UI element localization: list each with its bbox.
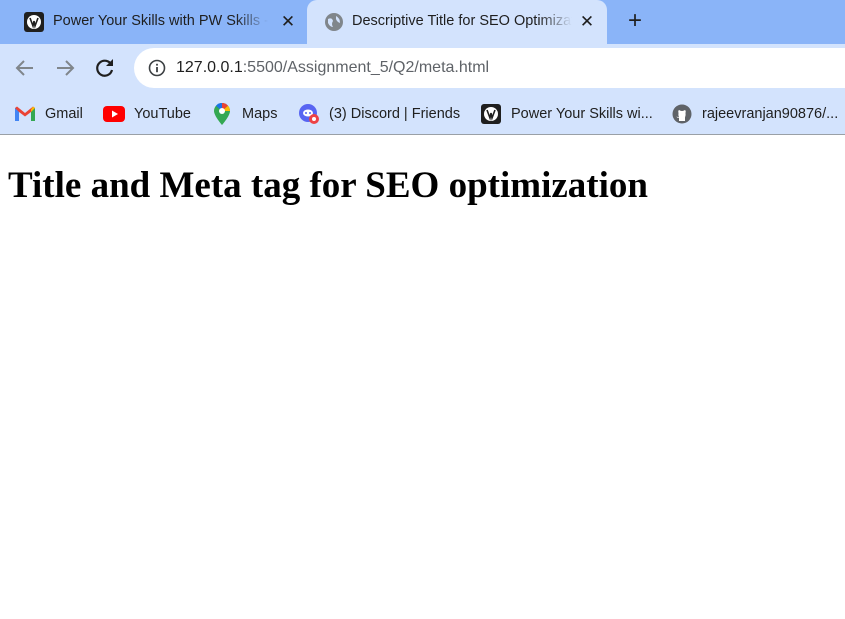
bookmark-youtube[interactable]: YouTube	[103, 92, 191, 135]
bookmark-label: (3) Discord | Friends	[329, 105, 461, 122]
maps-pin-icon	[211, 102, 233, 125]
bookmark-label: YouTube	[134, 105, 191, 122]
tab-title: Power Your Skills with PW Skills - PW Sk…	[53, 13, 268, 29]
forward-arrow-icon[interactable]	[53, 56, 77, 80]
close-tab-icon[interactable]: ✕	[278, 12, 298, 32]
new-tab-button[interactable]: +	[622, 8, 648, 34]
back-arrow-icon[interactable]	[13, 56, 37, 80]
bookmark-pw-skills[interactable]: Power Your Skills wi...	[480, 92, 653, 135]
reload-icon[interactable]	[93, 56, 117, 80]
bookmarks-bar: Gmail YouTube Maps (3) Discord | Friends…	[0, 92, 845, 135]
globe-icon	[325, 13, 343, 31]
bookmark-label: Maps	[242, 105, 278, 122]
url-text[interactable]: 127.0.0.1:5500/Assignment_5/Q2/meta.html	[176, 59, 489, 77]
site-info-icon[interactable]	[147, 58, 167, 78]
youtube-icon	[103, 103, 125, 125]
bookmark-maps[interactable]: Maps	[211, 92, 277, 135]
discord-icon	[298, 103, 320, 125]
url-path: :5500/Assignment_5/Q2/meta.html	[242, 59, 490, 76]
url-host: 127.0.0.1	[176, 59, 243, 76]
gmail-icon	[14, 103, 36, 125]
tab-title: Descriptive Title for SEO Optimization	[352, 13, 572, 29]
page-heading: Title and Meta tag for SEO optimization	[8, 165, 648, 206]
tab-pw-skills[interactable]: Power Your Skills with PW Skills - PW Sk…	[0, 0, 307, 44]
pw-skills-logo-icon	[24, 12, 44, 32]
github-icon	[671, 103, 693, 125]
toolbar: 127.0.0.1:5500/Assignment_5/Q2/meta.html	[0, 44, 845, 92]
close-tab-icon[interactable]: ✕	[577, 12, 597, 32]
bookmark-github[interactable]: rajeevranjan90876/...	[671, 92, 838, 135]
bookmark-label: Gmail	[45, 105, 83, 122]
bookmark-gmail[interactable]: Gmail	[14, 92, 83, 135]
pw-skills-logo-icon	[480, 103, 502, 125]
bookmark-discord[interactable]: (3) Discord | Friends	[298, 92, 460, 135]
address-bar[interactable]: 127.0.0.1:5500/Assignment_5/Q2/meta.html	[134, 48, 845, 88]
tab-seo-title[interactable]: Descriptive Title for SEO Optimization ✕	[307, 0, 607, 44]
bookmark-label: Power Your Skills wi...	[511, 105, 653, 122]
bookmark-label: rajeevranjan90876/...	[702, 105, 839, 122]
tab-strip: Power Your Skills with PW Skills - PW Sk…	[0, 0, 845, 44]
